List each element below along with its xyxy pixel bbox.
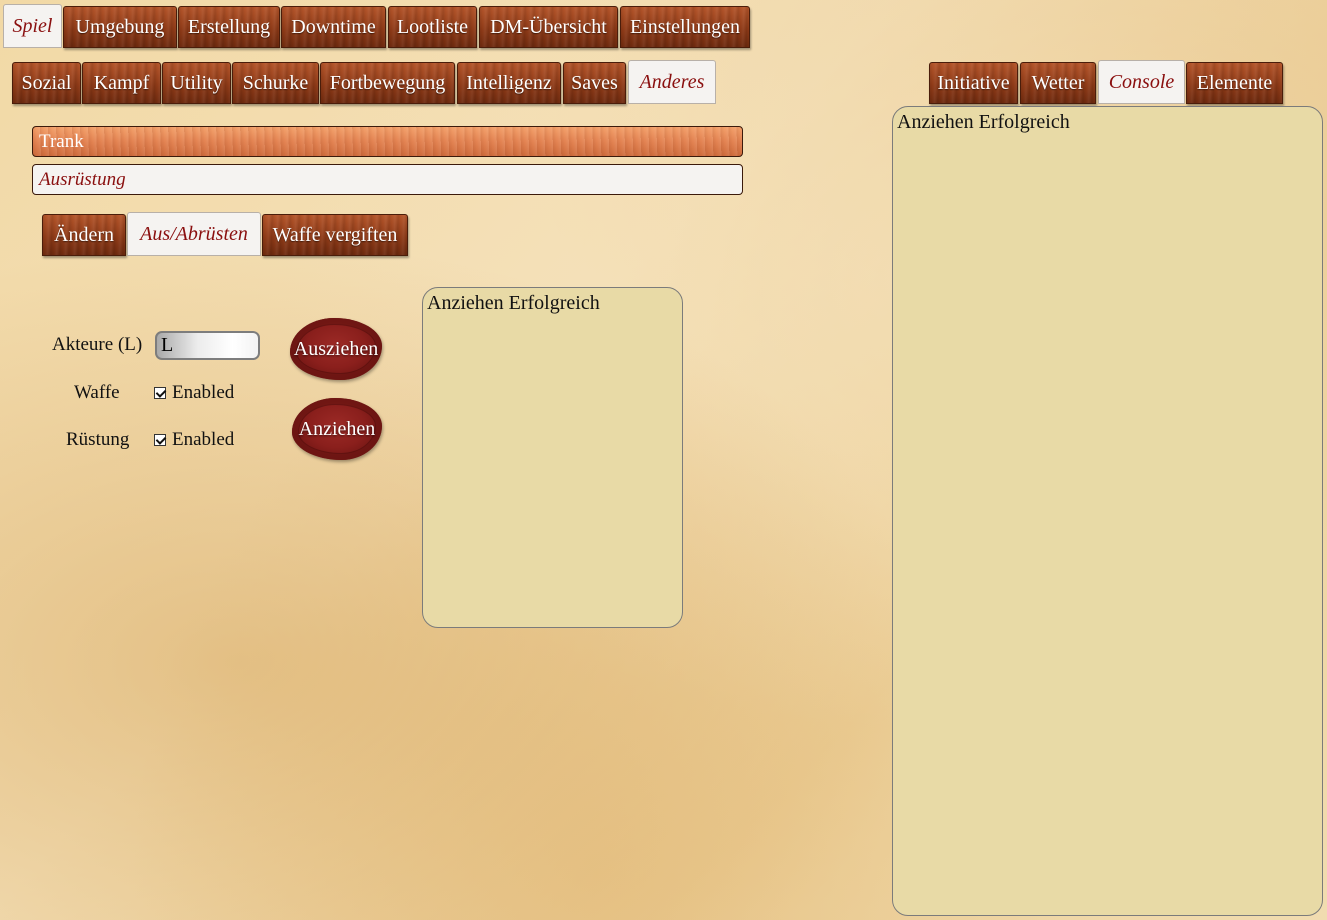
waffe-label: Waffe <box>74 382 120 403</box>
tab-spiel[interactable]: Spiel <box>3 4 62 48</box>
ruestung-label: Rüstung <box>66 429 130 450</box>
anziehen-button[interactable]: Anziehen <box>292 398 382 460</box>
tab-lootliste[interactable]: Lootliste <box>388 6 477 48</box>
checkbox-checked-icon <box>154 434 166 446</box>
akteure-label: Akteure (L) <box>52 334 143 355</box>
tab-utility[interactable]: Utility <box>162 62 231 104</box>
tab-aus-abruesten[interactable]: Aus/Abrüsten <box>127 212 261 256</box>
tab-umgebung[interactable]: Umgebung <box>63 6 177 48</box>
tab-dm-uebersicht[interactable]: DM-Übersicht <box>479 6 618 48</box>
tab-initiative[interactable]: Initiative <box>929 62 1018 104</box>
tab-schurke[interactable]: Schurke <box>232 62 319 104</box>
output-text: Anziehen Erfolgreich <box>427 292 600 314</box>
console-panel: Anziehen Erfolgreich <box>892 106 1323 916</box>
tab-sozial[interactable]: Sozial <box>12 62 81 104</box>
trank-select[interactable]: Trank <box>32 126 743 157</box>
tab-elemente[interactable]: Elemente <box>1186 62 1283 104</box>
tab-erstellung[interactable]: Erstellung <box>178 6 280 48</box>
ausziehen-button[interactable]: Ausziehen <box>290 318 382 380</box>
ausruestung-select[interactable]: Ausrüstung <box>32 164 743 195</box>
tab-saves[interactable]: Saves <box>563 62 626 104</box>
tab-anderes[interactable]: Anderes <box>628 60 716 104</box>
tab-downtime[interactable]: Downtime <box>281 6 386 48</box>
tab-kampf[interactable]: Kampf <box>82 62 161 104</box>
ruestung-checkbox-label: Enabled <box>172 429 235 450</box>
console-text: Anziehen Erfolgreich <box>897 111 1070 133</box>
tab-intelligenz[interactable]: Intelligenz <box>457 62 561 104</box>
tab-console[interactable]: Console <box>1098 60 1185 104</box>
tab-einstellungen[interactable]: Einstellungen <box>620 6 750 48</box>
tab-aendern[interactable]: Ändern <box>42 214 126 256</box>
checkbox-checked-icon <box>154 387 166 399</box>
tab-waffe-vergiften[interactable]: Waffe vergiften <box>262 214 408 256</box>
ruestung-checkbox[interactable]: Enabled <box>154 429 234 451</box>
waffe-checkbox[interactable]: Enabled <box>154 382 234 404</box>
waffe-checkbox-label: Enabled <box>172 382 235 403</box>
output-panel: Anziehen Erfolgreich <box>422 287 683 628</box>
tab-fortbewegung[interactable]: Fortbewegung <box>320 62 455 104</box>
tab-wetter[interactable]: Wetter <box>1020 62 1096 104</box>
akteure-input[interactable]: L <box>155 331 260 360</box>
